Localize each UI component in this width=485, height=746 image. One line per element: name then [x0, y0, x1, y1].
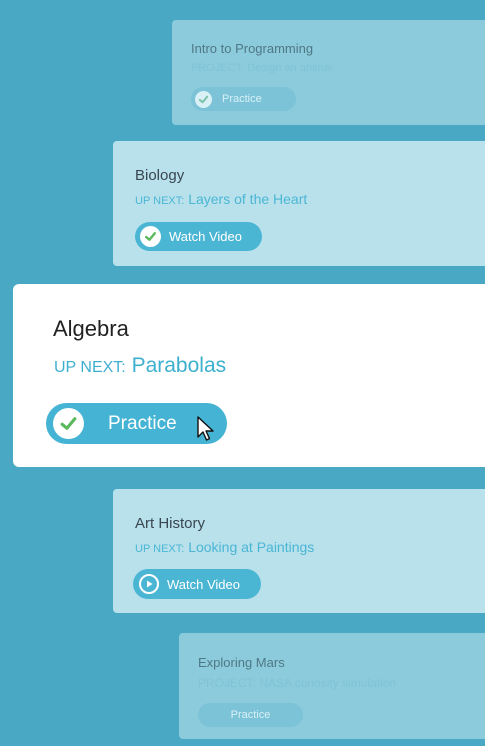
practice-button[interactable]: Practice — [191, 87, 296, 111]
course-card-exploring-mars[interactable]: Exploring Mars PROJECT: NASA curiosity s… — [179, 633, 485, 739]
course-title: Intro to Programming — [191, 41, 314, 56]
next-label: UP NEXT: — [135, 195, 185, 207]
button-label: Watch Video — [167, 576, 240, 592]
mouse-cursor-icon — [197, 416, 214, 441]
check-icon — [195, 90, 212, 108]
next-label: PROJECT: — [191, 62, 245, 74]
next-item: UP NEXT: Layers of the Heart — [135, 191, 307, 207]
next-label: UP NEXT: — [135, 543, 185, 555]
button-label: Practice — [222, 93, 262, 105]
course-card-intro-programming[interactable]: Intro to Programming PROJECT: Design an … — [172, 20, 485, 125]
next-label: PROJECT: — [198, 676, 257, 690]
next-item-title: Design an animal — [247, 62, 333, 74]
next-item-title: NASA curiosity simulation — [259, 676, 397, 690]
button-label: Practice — [108, 412, 177, 434]
next-label: UP NEXT: — [54, 359, 126, 376]
watch-video-button[interactable]: Watch Video — [133, 569, 261, 599]
next-item: PROJECT: NASA curiosity simulation — [198, 676, 396, 690]
next-item-title: Parabolas — [131, 354, 227, 377]
practice-button[interactable]: Practice — [198, 703, 303, 727]
course-title: Algebra — [53, 316, 129, 341]
next-item-title: Looking at Paintings — [188, 539, 315, 555]
watch-video-button[interactable]: Watch Video — [135, 222, 262, 251]
next-item: UP NEXT: Looking at Paintings — [135, 539, 314, 555]
next-item: UP NEXT: Parabolas — [54, 354, 226, 378]
course-card-art-history[interactable]: Art History UP NEXT: Looking at Painting… — [113, 489, 485, 613]
play-icon — [139, 574, 159, 594]
course-card-biology[interactable]: Biology UP NEXT: Layers of the Heart Wat… — [113, 141, 485, 266]
course-title: Biology — [135, 167, 185, 184]
next-item-title: Layers of the Heart — [188, 191, 308, 207]
course-title: Art History — [135, 515, 206, 532]
button-label: Practice — [230, 709, 271, 721]
check-icon — [140, 226, 161, 247]
course-card-algebra[interactable]: Algebra UP NEXT: Parabolas Practice — [13, 284, 485, 467]
course-title: Exploring Mars — [198, 655, 285, 670]
button-label: Watch Video — [169, 229, 242, 244]
next-item: PROJECT: Design an animal — [191, 62, 332, 74]
check-icon — [53, 408, 84, 439]
